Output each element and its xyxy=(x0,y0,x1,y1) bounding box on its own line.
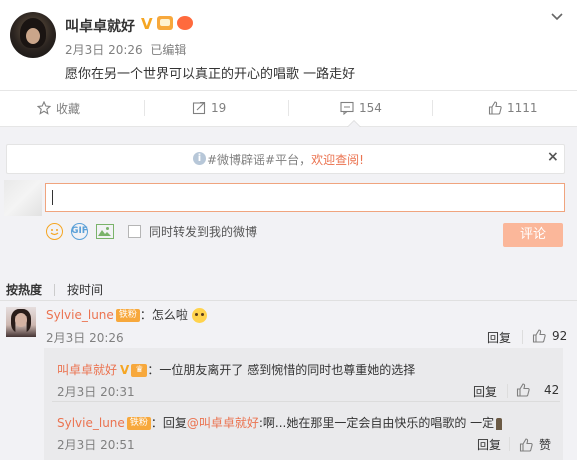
thumbs-up-icon xyxy=(516,383,530,397)
comment-icon xyxy=(340,101,354,115)
submit-comment-button[interactable]: 评论 xyxy=(503,223,563,247)
repost-icon xyxy=(192,101,206,115)
repost-checkbox[interactable] xyxy=(128,224,141,238)
reply-like-count: 42 xyxy=(544,383,560,397)
repost-checkbox-label[interactable]: 同时转发到我的微博 xyxy=(149,223,257,240)
like-button[interactable]: 1111 xyxy=(488,90,538,126)
megaphone-icon[interactable] xyxy=(177,16,193,30)
reply-date: 2月3日 20:51 xyxy=(57,438,135,452)
favorite-button[interactable]: 收藏 xyxy=(37,90,80,126)
reply-text-line: Sylvie_lune 铁粉 ：回复@叫卓卓就好:啊...她在那里一定会自由快乐的唱… xyxy=(57,414,503,431)
fan-badge[interactable]: 铁粉 xyxy=(115,309,140,322)
gif-icon[interactable]: GIF xyxy=(71,222,88,240)
current-user-avatar xyxy=(4,180,42,216)
star-icon xyxy=(37,101,51,115)
composer-toolbar: GIF 同时转发到我的微博 xyxy=(46,221,257,241)
thumbs-up-icon xyxy=(519,437,533,452)
divider xyxy=(0,300,577,301)
info-icon: i xyxy=(193,152,206,165)
favorite-label: 收藏 xyxy=(56,101,81,116)
comment-like-button[interactable]: 92 xyxy=(532,329,567,343)
rumor-notice-bar: i #微博辟谣#平台，欢迎查阅! × xyxy=(6,144,565,174)
reply-prefix: ：回复 xyxy=(150,416,187,430)
notice-link[interactable]: 欢迎查阅! xyxy=(311,153,364,167)
reply-text: :啊...她在那里一定会自由快乐的唱歌的 一定 xyxy=(258,416,495,430)
thumbs-up-icon xyxy=(532,329,546,343)
comment-sort: 按热度 按时间 xyxy=(6,281,103,298)
comment-text-line: Sylvie_lune 铁粉 ：怎么啦 xyxy=(46,306,207,323)
member-crown-icon[interactable]: ♛ xyxy=(131,364,148,377)
comment-like-count: 92 xyxy=(552,329,568,343)
chevron-down-icon[interactable] xyxy=(550,11,564,23)
verified-badge: V xyxy=(141,15,153,33)
sort-by-time[interactable]: 按时间 xyxy=(67,281,103,298)
image-icon[interactable] xyxy=(96,223,114,239)
mention-link[interactable]: @叫卓卓就好 xyxy=(187,416,259,430)
comment-input[interactable] xyxy=(45,183,565,212)
member-crown-icon[interactable] xyxy=(157,16,173,30)
commenter-avatar[interactable] xyxy=(6,307,36,337)
reply-user[interactable]: Sylvie_lune xyxy=(57,416,125,430)
divider xyxy=(52,401,560,402)
reply-text: ：一位朋友离开了 感到惋惜的同时也尊重她的选择 xyxy=(147,363,416,377)
comment-text: ：怎么啦 xyxy=(139,308,188,322)
candle-emoji-icon xyxy=(496,417,503,430)
reply-user[interactable]: 叫卓卓就好 xyxy=(57,363,117,377)
reply-like-button[interactable]: 42 xyxy=(516,383,559,397)
comment-count: 154 xyxy=(359,101,382,115)
user-avatar[interactable] xyxy=(10,12,56,58)
edited-label[interactable]: 已编辑 xyxy=(150,43,186,57)
reply-button[interactable]: 回复 xyxy=(487,329,511,346)
reply-text-line: 叫卓卓就好 V ♛ ：一位朋友离开了 感到惋惜的同时也尊重她的选择 xyxy=(57,361,415,378)
repost-button[interactable]: 19 xyxy=(192,90,226,126)
notice-text[interactable]: #微博辟谣#平台， xyxy=(207,153,311,167)
close-icon[interactable]: × xyxy=(547,149,559,165)
post-content: 愿你在另一个世界可以真正的开心的唱歌 一路走好 xyxy=(65,67,356,82)
reply-like-button[interactable]: 赞 xyxy=(519,436,551,453)
reply-date: 2月3日 20:31 xyxy=(57,385,135,399)
repost-count: 19 xyxy=(211,101,227,115)
verified-badge: V xyxy=(120,363,130,377)
sort-by-hot[interactable]: 按热度 xyxy=(6,281,42,298)
reply-button[interactable]: 回复 xyxy=(473,383,497,400)
commenter-name[interactable]: Sylvie_lune xyxy=(46,308,114,322)
thumbs-up-icon xyxy=(488,101,502,115)
post-username[interactable]: 叫卓卓就好 xyxy=(65,16,135,36)
crying-emoji-icon xyxy=(191,308,207,323)
action-bar: 收藏 19 154 1111 xyxy=(0,90,577,126)
fan-badge[interactable]: 铁粉 xyxy=(126,417,151,430)
reply-like-label: 赞 xyxy=(539,438,552,452)
post-date[interactable]: 2月3日 20:26 xyxy=(65,43,143,57)
post-meta: 2月3日 20:26 已编辑 xyxy=(65,41,186,58)
reply-button[interactable]: 回复 xyxy=(477,436,501,453)
comment-date: 2月3日 20:26 xyxy=(46,331,124,345)
smile-icon[interactable] xyxy=(46,222,63,240)
like-count: 1111 xyxy=(507,101,538,115)
